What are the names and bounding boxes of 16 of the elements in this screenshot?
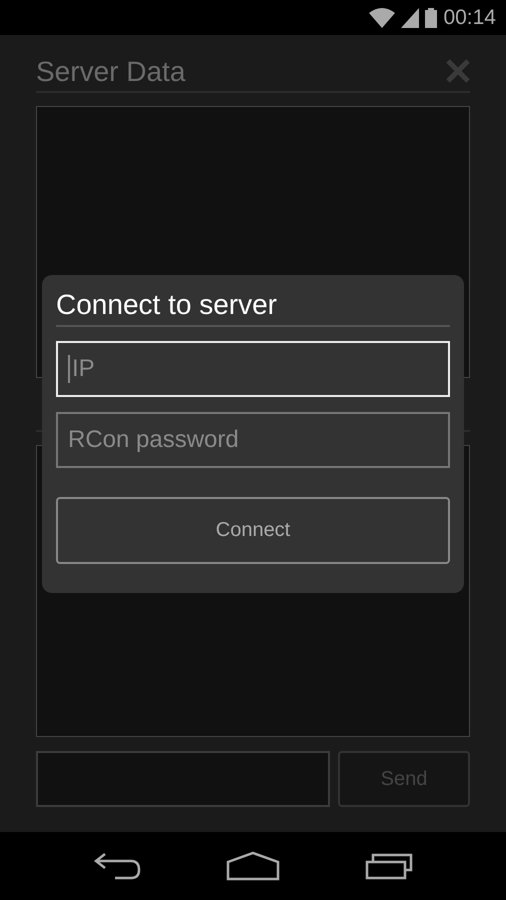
wifi-icon: [369, 8, 396, 28]
clock-time: 00:14: [443, 6, 496, 30]
dialog-title: Connect to server: [56, 289, 450, 327]
battery-icon: [425, 8, 438, 28]
text-cursor: [68, 355, 70, 383]
home-icon[interactable]: [226, 851, 280, 881]
placeholder-text: RCon password: [68, 426, 239, 454]
input-field[interactable]: IP: [56, 341, 450, 397]
recent-apps-icon[interactable]: [365, 852, 414, 880]
connect-button[interactable]: Connect: [56, 497, 450, 564]
section-title: Server Data: [36, 55, 186, 89]
placeholder-text: IP: [72, 355, 95, 383]
command-input-field[interactable]: [36, 751, 330, 807]
signal-icon: [401, 8, 420, 28]
input-field[interactable]: RCon password: [56, 412, 450, 468]
back-icon[interactable]: [92, 852, 141, 880]
